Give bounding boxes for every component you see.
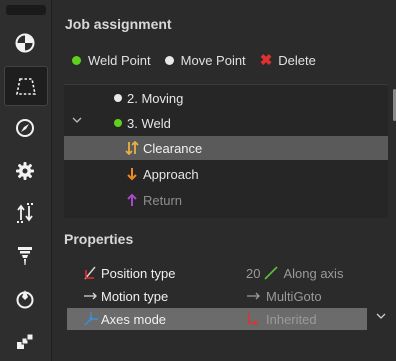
property-label: Motion type [101,288,169,304]
arrow-right-icon [247,292,260,300]
property-motion-type[interactable]: Motion type MultiGoto [67,285,367,307]
sidebar-selection-button[interactable] [4,66,48,106]
sidebar-torch-button[interactable] [4,237,46,275]
property-value: MultiGoto [246,289,322,304]
property-label: Position type [101,265,176,281]
clearance-icon [125,140,139,158]
arrow-down-icon [127,167,137,184]
properties-title: Properties [64,231,134,247]
along-axis-icon [264,266,279,280]
sidebar-compass-button[interactable] [4,109,46,147]
position-type-value: Along axis [283,265,344,281]
sidebar-settings-button[interactable] [4,152,46,190]
tree-item-label: 3. Weld [127,115,171,131]
property-value: 20 Along axis [246,266,343,281]
property-value: Inherited [246,312,317,327]
tree-item-label: Approach [143,166,199,182]
white-dot-icon [114,94,122,102]
sidebar-target-button[interactable] [4,24,46,62]
position-type-number: 20 [246,265,261,281]
filter-bar: Weld Point Move Point ✖ Delete [72,51,330,69]
motion-type-value: MultiGoto [266,288,322,304]
filter-delete[interactable]: ✖ Delete [260,53,316,68]
sidebar-top-strip [6,5,46,15]
job-tree: 2. Moving 3. Weld Clearance Approach Ret… [64,84,396,218]
quadrant-target-icon [15,33,35,53]
filter-move-point[interactable]: Move Point [164,52,246,68]
green-dot-icon [72,55,81,65]
tree-item-clearance[interactable]: Clearance [64,136,388,160]
chevron-down-icon[interactable] [376,311,386,324]
axes-mode-value: Inherited [266,311,317,327]
tool-sidebar [0,0,52,361]
tree-item-approach[interactable]: Approach [64,162,388,186]
arrow-right-icon [83,288,99,307]
dashed-selection-icon [16,78,36,95]
property-axes-mode[interactable]: Axes mode Inherited [67,308,367,330]
gear-icon [16,162,34,180]
tree-item-label: Clearance [143,140,203,156]
green-dot-icon [114,119,122,127]
axes-icon [83,311,99,330]
sidebar-location-button[interactable] [4,280,46,318]
job-assignment-panel: Job assignment Weld Point Move Point ✖ D… [52,0,396,361]
tree-item-moving[interactable]: 2. Moving [64,86,388,110]
swap-dotted-icon [17,203,33,223]
position-type-icon [83,265,99,284]
sidebar-stack-button[interactable] [4,323,46,361]
filter-move-point-label: Move Point [180,52,246,68]
filter-weld-point[interactable]: Weld Point [72,53,151,68]
tree-item-return[interactable]: Return [64,188,388,212]
tree-item-label: Return [143,192,183,208]
property-position-type[interactable]: Position type 20 Along axis [67,262,367,284]
tree-item-weld[interactable]: 3. Weld [64,111,388,135]
filter-delete-label: Delete [278,52,316,68]
sidebar-swap-button[interactable] [4,194,46,232]
compass-icon [16,119,34,137]
tree-item-label: 2. Moving [127,90,184,106]
panel-title: Job assignment [65,16,172,32]
location-pin-icon [16,290,34,309]
chevron-down-icon[interactable] [72,115,82,128]
stacked-blocks-icon [17,333,34,349]
white-dot-icon [164,55,174,65]
arrow-up-icon [127,193,137,210]
red-x-icon: ✖ [259,51,273,69]
filter-weld-point-label: Weld Point [88,52,151,68]
property-label: Axes mode [101,311,167,327]
weld-torch-icon [18,247,32,265]
inherited-icon [248,313,258,326]
